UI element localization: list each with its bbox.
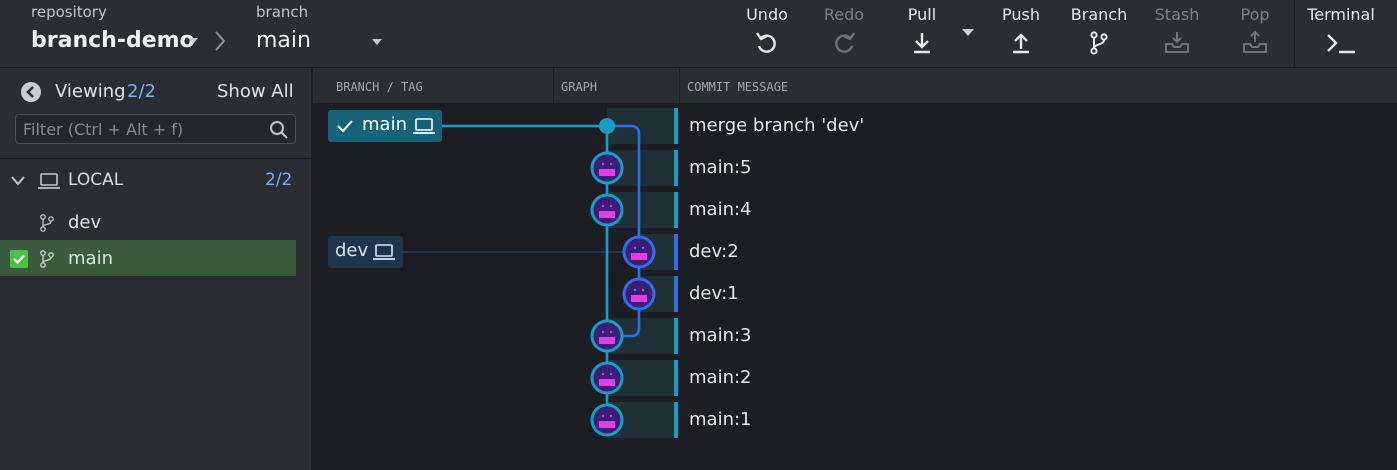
pop-label: Pop <box>1240 5 1270 24</box>
toolbar-divider <box>1294 0 1295 68</box>
show-all-button[interactable]: Show All <box>217 81 294 102</box>
branch-button-label: Branch <box>1070 5 1128 24</box>
column-header-commit-message[interactable]: COMMIT MESSAGE <box>687 68 788 103</box>
push-label: Push <box>1002 5 1040 24</box>
commit-message[interactable]: main:5 <box>689 157 752 178</box>
commit-graph-area: BRANCH / TAG GRAPH COMMIT MESSAGE main d… <box>313 68 1397 470</box>
commit-message[interactable]: main:2 <box>689 367 752 388</box>
branch-dropdown-icon[interactable] <box>372 39 382 45</box>
filter-input[interactable] <box>16 115 266 143</box>
commit-avatar-node[interactable] <box>622 235 656 269</box>
ref-tag-label: dev <box>335 240 369 261</box>
viewing-label: Viewing <box>55 81 126 102</box>
commit-message[interactable]: main:1 <box>689 409 752 430</box>
repository-label: repository <box>31 3 107 21</box>
pull-label: Pull <box>907 5 937 24</box>
commit-message[interactable]: main:3 <box>689 325 752 346</box>
pull-icon <box>914 33 930 54</box>
branch-item-label: dev <box>68 212 102 233</box>
collapse-panel-button[interactable] <box>21 82 41 102</box>
commit-avatar-node[interactable] <box>590 193 624 227</box>
commit-message[interactable]: dev:2 <box>689 241 739 262</box>
viewing-count: 2/2 <box>127 81 156 102</box>
pull-button[interactable]: Pull <box>895 0 949 68</box>
undo-label: Undo <box>746 5 788 24</box>
pop-button[interactable]: Pop <box>1228 0 1282 68</box>
commit-message[interactable]: merge branch 'dev' <box>689 115 864 136</box>
search-icon[interactable] <box>269 120 289 140</box>
panel-separator <box>0 158 311 159</box>
local-section-header[interactable]: LOCAL 2/2 <box>0 166 311 196</box>
undo-icon <box>756 32 776 53</box>
redo-button[interactable]: Redo <box>817 0 871 68</box>
chevron-down-icon <box>11 176 25 186</box>
branch-icon <box>40 250 54 268</box>
toolbar: repository branch-demo branch main Undo … <box>0 0 1397 68</box>
ref-tag-main[interactable]: main <box>328 110 442 142</box>
local-branch-count: 2/2 <box>265 170 293 190</box>
commit-avatar-node[interactable] <box>590 319 624 353</box>
repository-name[interactable]: branch-demo <box>31 28 195 53</box>
filter-box <box>15 114 296 144</box>
pop-icon <box>1243 30 1267 53</box>
checkmark-icon <box>337 120 353 133</box>
branch-icon <box>40 214 54 232</box>
chevron-right-icon <box>215 31 226 51</box>
pull-options-dropdown-icon[interactable] <box>962 29 974 36</box>
commit-avatar-node[interactable] <box>590 361 624 395</box>
laptop-icon <box>413 118 435 134</box>
laptop-icon <box>38 173 60 189</box>
ref-tag-dev[interactable]: dev <box>328 236 403 268</box>
terminal-button[interactable]: Terminal <box>1302 0 1380 68</box>
push-icon <box>1013 33 1029 54</box>
commit-avatar-node[interactable] <box>622 277 656 311</box>
left-panel: Viewing 2/2 Show All LOCAL 2/2 dev <box>0 68 312 470</box>
undo-button[interactable]: Undo <box>740 0 794 68</box>
checkmark-icon <box>13 254 25 265</box>
redo-label: Redo <box>823 5 865 24</box>
branch-item-main[interactable]: main <box>0 240 296 276</box>
redo-icon <box>835 32 855 53</box>
ref-tag-label: main <box>362 114 407 135</box>
branch-name[interactable]: main <box>256 28 311 53</box>
commit-message[interactable]: main:4 <box>689 199 752 220</box>
create-branch-button[interactable]: Branch <box>1066 0 1132 68</box>
stash-button[interactable]: Stash <box>1149 0 1205 68</box>
commit-avatar-node[interactable] <box>590 151 624 185</box>
checkbox-checked-icon[interactable] <box>10 250 28 268</box>
local-section-label: LOCAL <box>68 170 124 190</box>
chevron-left-icon <box>26 86 34 98</box>
terminal-icon <box>1327 34 1355 54</box>
commit-avatar-node[interactable] <box>590 403 624 437</box>
branch-icon <box>1090 31 1108 55</box>
stash-icon <box>1165 32 1189 53</box>
commit-message[interactable]: dev:1 <box>689 283 739 304</box>
branch-item-label: main <box>68 248 113 269</box>
branch-label: branch <box>256 3 309 21</box>
stash-label: Stash <box>1154 5 1200 24</box>
merge-commit-node[interactable] <box>599 118 615 134</box>
repository-dropdown-icon[interactable] <box>188 38 198 44</box>
laptop-icon <box>373 244 395 260</box>
push-button[interactable]: Push <box>994 0 1048 68</box>
branch-item-dev[interactable]: dev <box>0 204 296 240</box>
terminal-label: Terminal <box>1307 5 1375 24</box>
